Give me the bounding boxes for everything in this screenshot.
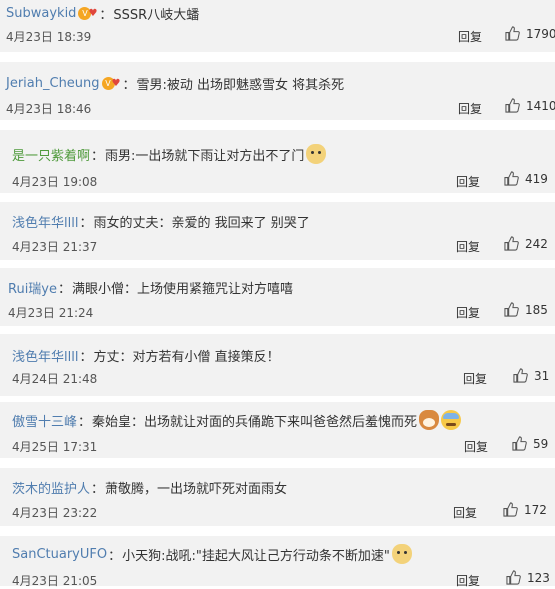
heart-icon: ♥ (88, 8, 98, 19)
like-button[interactable]: 242 (504, 236, 548, 251)
comment-date: 4月23日 21:05 (12, 574, 98, 588)
comment-date: 4月23日 23:22 (12, 506, 98, 520)
dog-emoji-icon (391, 544, 412, 564)
like-button[interactable]: 1410 (505, 98, 555, 113)
comment-text: 方丈：对方若有小僧 直接策反！ (93, 350, 280, 365)
like-count: 419 (525, 171, 548, 186)
comment-author[interactable]: Jeriah_Cheung (6, 76, 100, 91)
heart-icon: ♥ (111, 78, 121, 89)
comment-date: 4月23日 21:24 (8, 306, 94, 320)
comment-item: Subwaykid V ♥ ： SSSR八岐大蟠 4月23日 18:39 回复 1… (0, 0, 555, 52)
comment-item: 浅色年华llll ： 方丈：对方若有小僧 直接策反！ 4月24日 21:48 回… (0, 334, 555, 396)
thumbs-up-icon (512, 436, 527, 451)
thumbs-up-icon (504, 302, 519, 317)
comment-item: SanCtuaryUFO ： 小天狗:战吼:"挂起大风让己方行动条不断加速" 4… (0, 536, 555, 589)
reply-button[interactable]: 回复 (463, 370, 487, 387)
like-button[interactable]: 31 (513, 368, 549, 383)
thumbs-up-icon (505, 26, 520, 41)
comment-item: Jeriah_Cheung V ♥ ： 雪男:被动 出场即魅惑雪女 将其杀死 4月… (0, 62, 555, 120)
thumbs-up-icon (506, 570, 521, 585)
like-button[interactable]: 123 (506, 570, 550, 585)
separator: ： (79, 350, 93, 365)
comment-date: 4月25日 17:31 (12, 440, 98, 454)
thumbs-up-icon (513, 368, 528, 383)
comment-item: 傲雪十三峰 ： 秦始皇：出场就让对面的兵俑跪下来叫爸爸然后羞愧而死 4月25日 … (0, 402, 555, 458)
sweat-emoji-icon (441, 410, 462, 430)
comment-author[interactable]: 是一只紫着啊 (12, 145, 90, 164)
like-button[interactable]: 172 (503, 502, 547, 517)
reply-button[interactable]: 回复 (458, 100, 482, 117)
reply-button[interactable]: 回复 (458, 28, 482, 45)
reply-button[interactable]: 回复 (456, 173, 480, 190)
comment-item: 茨木的监护人 ： 萧敬腾，一出场就吓死对面雨女 4月23日 23:22 回复 1… (0, 468, 555, 526)
separator: ： (108, 548, 122, 564)
comment-date: 4月23日 19:08 (12, 175, 98, 189)
thumbs-up-icon (503, 502, 518, 517)
comment-author[interactable]: Subwaykid (6, 6, 76, 21)
separator: ： (99, 8, 113, 23)
like-count: 172 (524, 502, 547, 517)
reply-button[interactable]: 回复 (456, 304, 480, 321)
comment-text: 小天狗:战吼:"挂起大风让己方行动条不断加速" (122, 548, 390, 564)
like-button[interactable]: 185 (504, 302, 548, 317)
comment-item: Rui瑞ye ： 满眼小僧：上场使用紧箍咒让对方嘻嘻 4月23日 21:24 回… (0, 268, 555, 326)
comment-text: 秦始皇：出场就让对面的兵俑跪下来叫爸爸然后羞愧而死 (92, 414, 418, 430)
comment-text: 雪男:被动 出场即魅惑雪女 将其杀死 (136, 78, 345, 93)
comment-date: 4月24日 21:48 (12, 372, 98, 386)
thumbs-up-icon (505, 98, 520, 113)
comment-date: 4月23日 18:39 (6, 30, 92, 44)
comment-author[interactable]: 茨木的监护人 (12, 478, 90, 497)
comment-author[interactable]: SanCtuaryUFO (12, 547, 107, 562)
like-count: 31 (534, 368, 550, 383)
reply-button[interactable]: 回复 (464, 438, 488, 455)
like-count: 1790 (526, 26, 555, 41)
comment-author[interactable]: 浅色年华llll (12, 346, 78, 365)
like-count: 185 (525, 302, 548, 317)
like-count: 59 (533, 436, 549, 451)
comment-date: 4月23日 18:46 (6, 102, 92, 116)
comment-item: 是一只紫着啊 ： 雨男:一出场就下雨让对方出不了门 4月23日 19:08 回复… (0, 130, 555, 193)
separator: ： (78, 414, 92, 430)
comment-author[interactable]: Rui瑞ye (8, 278, 57, 297)
separator: ： (122, 78, 136, 93)
reply-button[interactable]: 回复 (456, 238, 480, 255)
like-button[interactable]: 1790 (505, 26, 555, 41)
comment-text: SSSR八岐大蟠 (113, 8, 200, 23)
comment-author[interactable]: 浅色年华llll (12, 212, 78, 231)
separator: ： (91, 148, 105, 164)
like-count: 1410 (526, 98, 555, 113)
like-count: 242 (525, 236, 548, 251)
like-count: 123 (527, 570, 550, 585)
comment-text: 萧敬腾，一出场就吓死对面雨女 (105, 482, 288, 497)
reply-button[interactable]: 回复 (456, 572, 480, 589)
comment-list: Subwaykid V ♥ ： SSSR八岐大蟠 4月23日 18:39 回复 1… (0, 0, 555, 589)
comment-text: 雨女的丈夫：亲爱的 我回来了 别哭了 (93, 216, 310, 231)
comment-text: 满眼小僧：上场使用紧箍咒让对方嘻嘻 (72, 282, 294, 297)
comment-item: 浅色年华llll ： 雨女的丈夫：亲爱的 我回来了 别哭了 4月23日 21:3… (0, 202, 555, 260)
comment-text: 雨男:一出场就下雨让对方出不了门 (105, 148, 305, 164)
shiba-emoji-icon (419, 410, 440, 430)
separator: ： (91, 482, 105, 497)
comment-author[interactable]: 傲雪十三峰 (12, 411, 77, 430)
like-button[interactable]: 419 (504, 171, 548, 186)
thumbs-up-icon (504, 236, 519, 251)
thumbs-up-icon (504, 171, 519, 186)
separator: ： (58, 282, 72, 297)
separator: ： (79, 216, 93, 231)
reply-button[interactable]: 回复 (453, 504, 477, 521)
like-button[interactable]: 59 (512, 436, 548, 451)
comment-date: 4月23日 21:37 (12, 240, 98, 254)
dog-emoji-icon (306, 144, 327, 164)
